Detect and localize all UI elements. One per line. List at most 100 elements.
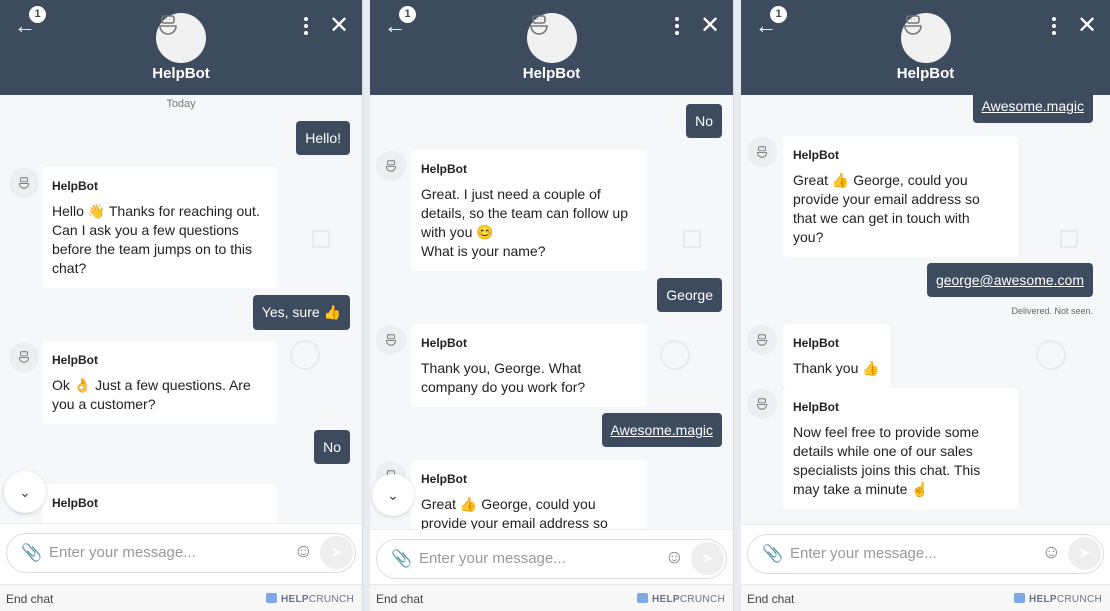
message-line: chat? (52, 260, 87, 276)
emoji-icon[interactable]: ☺ (294, 541, 313, 563)
kebab-icon (1052, 17, 1056, 21)
chevron-down-icon: ⌄ (19, 484, 31, 500)
unread-badge: 1 (29, 6, 46, 23)
bot-message: HelpBot Hello 👋 Thanks for reaching out. C… (42, 167, 277, 288)
scroll-down-button[interactable]: ⌄ (372, 474, 414, 516)
message-line: Hello 👋 Thanks for reaching out. (52, 203, 260, 219)
chat-footer: End chat HELPCRUNCH (741, 584, 1110, 611)
robot-icon (747, 397, 777, 411)
robot-icon (9, 350, 39, 364)
sender-name: HelpBot (793, 400, 839, 414)
bot-message-avatar (747, 325, 777, 355)
robot-icon (747, 145, 777, 159)
message-line: specialists joins this chat. This (793, 462, 981, 478)
bot-avatar (526, 13, 577, 63)
user-message[interactable]: Awesome.magic (972, 89, 1093, 123)
helpcrunch-logo[interactable]: HELPCRUNCH (636, 593, 725, 605)
bot-message-avatar (9, 168, 39, 198)
close-icon: ✕ (329, 12, 350, 39)
bot-message: HelpBot Great 👍 George, could you provide … (783, 136, 1018, 257)
message-line: Ok 👌 Just a few questions. Are (52, 377, 251, 393)
bot-message: HelpBot Thank you 👍 (783, 324, 890, 388)
paperclip-icon[interactable]: 📎 (391, 549, 412, 569)
chat-panel: ← 1 ✕ HelpBot No HelpBot Great. I just need… (370, 0, 734, 611)
chat-title: HelpBot (896, 65, 955, 82)
user-message: George (657, 278, 722, 312)
end-chat-link[interactable]: End chat (376, 592, 423, 606)
user-message: Yes, sure 👍 (252, 295, 350, 330)
robot-icon (376, 333, 406, 347)
robot-icon (376, 159, 406, 173)
close-button[interactable]: ✕ (1077, 14, 1097, 38)
sender-name: HelpBot (52, 496, 98, 510)
user-message[interactable]: Awesome.magic (601, 413, 722, 447)
chat-footer: End chat HELPCRUNCH (0, 584, 362, 611)
message-line: may take a minute ☝️ (793, 481, 929, 497)
send-icon: ➤ (330, 544, 343, 561)
end-chat-link[interactable]: End chat (6, 592, 53, 606)
message-input[interactable]: 📎 Enter your message... ☺ ➤ (6, 533, 356, 573)
kebab-icon (304, 17, 308, 21)
message-line: that we can get in touch with (793, 210, 970, 226)
menu-button[interactable] (1051, 17, 1057, 38)
helpcrunch-logo[interactable]: HELPCRUNCH (265, 593, 354, 605)
unread-badge: 1 (399, 6, 416, 23)
menu-button[interactable] (303, 17, 309, 38)
sender-name: HelpBot (52, 179, 98, 193)
sender-name: HelpBot (793, 148, 839, 162)
message-line: Can I ask you a few questions (52, 222, 239, 238)
send-button[interactable]: ➤ (691, 542, 724, 575)
bot-message-avatar (376, 325, 406, 355)
chat-bubble-icon (1013, 593, 1025, 603)
user-message: No (686, 104, 722, 138)
paperclip-icon[interactable]: 📎 (762, 544, 783, 564)
close-button[interactable]: ✕ (700, 14, 720, 38)
send-icon: ➤ (1078, 545, 1091, 562)
emoji-icon[interactable]: ☺ (665, 547, 684, 569)
unread-badge: 1 (770, 6, 787, 23)
close-icon: ✕ (700, 12, 721, 39)
bot-message-avatar (747, 389, 777, 419)
message-line: company do you work for? (421, 379, 586, 395)
bot-avatar (156, 13, 206, 63)
send-button[interactable]: ➤ (1068, 537, 1101, 570)
sender-name: HelpBot (52, 353, 98, 367)
bot-message-avatar (9, 342, 39, 372)
message-input[interactable]: 📎 Enter your message... ☺ ➤ (376, 539, 727, 579)
bot-message: HelpBot Ok 👌 Just a few questions. Are you… (42, 341, 277, 424)
user-message[interactable]: george@awesome.com (926, 263, 1093, 297)
chat-header: ← 1 ✕ HelpBot (370, 0, 733, 95)
helpcrunch-logo[interactable]: HELPCRUNCH (1013, 593, 1102, 605)
message-placeholder: Enter your message... (790, 545, 937, 562)
sender-name: HelpBot (793, 336, 839, 350)
bot-message: HelpBot Thank you, George. What company do… (411, 324, 647, 407)
message-line: provide your email address so (793, 191, 980, 207)
robot-icon (9, 176, 39, 190)
paperclip-icon[interactable]: 📎 (21, 543, 42, 563)
chat-panel: ← 1 ✕ HelpBot Awesome.magic HelpBot Great 👍… (741, 0, 1110, 611)
message-line: Great. I just need a couple of (421, 186, 601, 202)
message-line: Now feel free to provide some (793, 424, 979, 440)
emoji-icon[interactable]: ☺ (1042, 542, 1061, 564)
menu-button[interactable] (674, 17, 680, 38)
composer: 📎 Enter your message... ☺ ➤ (741, 524, 1110, 585)
chat-title: HelpBot (152, 65, 210, 82)
composer: 📎 Enter your message... ☺ ➤ (370, 529, 733, 585)
user-message: Hello! (296, 121, 350, 155)
message-placeholder: Enter your message... (419, 550, 566, 567)
message-line: with you 😊 (421, 224, 494, 240)
composer: 📎 Enter your message... ☺ ➤ (0, 523, 362, 585)
bot-message-avatar (376, 151, 406, 181)
bot-message: HelpBot Great. I just need a couple of det… (411, 150, 647, 271)
chat-bubble-icon (636, 593, 648, 603)
message-line: Great 👍 George, could you (421, 496, 596, 512)
end-chat-link[interactable]: End chat (747, 592, 794, 606)
scroll-down-button[interactable]: ⌄ (4, 471, 46, 513)
message-input[interactable]: 📎 Enter your message... ☺ ➤ (747, 534, 1104, 574)
send-button[interactable]: ➤ (320, 536, 353, 569)
user-message: No (314, 430, 350, 464)
chat-footer: End chat HELPCRUNCH (370, 584, 733, 611)
close-button[interactable]: ✕ (329, 14, 349, 38)
message-placeholder: Enter your message... (49, 544, 196, 561)
message-line: Thank you, George. What (421, 360, 582, 376)
